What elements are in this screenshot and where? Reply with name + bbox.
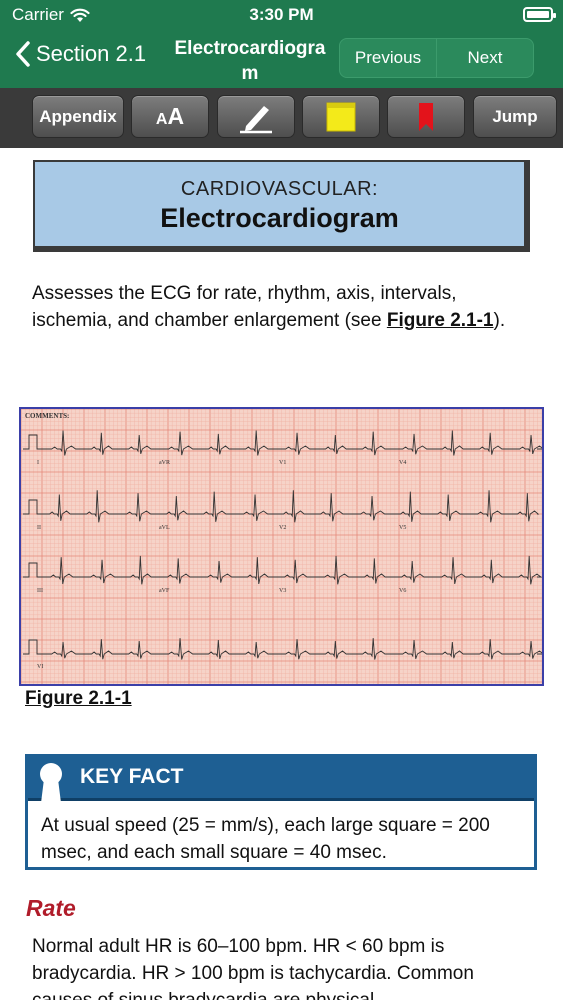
- key-fact-title: KEY FACT: [80, 765, 184, 788]
- section-heading: Electrocardiogram: [160, 203, 399, 233]
- ecg-lead-label: aVL: [159, 525, 170, 531]
- ecg-lead-label: aVR: [159, 460, 170, 466]
- next-button[interactable]: Next: [436, 39, 533, 77]
- intro-end: ).: [493, 310, 506, 331]
- ecg-lead-label: aVF: [159, 588, 170, 594]
- bookmark-button[interactable]: [387, 95, 465, 138]
- font-size-icon: AA: [155, 103, 185, 129]
- appendix-button-label: Appendix: [39, 106, 117, 126]
- ecg-rhythm-lead-label: VI: [37, 664, 43, 670]
- back-button[interactable]: Section 2.1: [14, 40, 146, 68]
- prev-next-control: Previous Next: [339, 38, 534, 78]
- ecg-lead-label: V5: [399, 525, 406, 531]
- sticky-note-icon: [326, 102, 356, 131]
- font-size-button[interactable]: AA: [131, 95, 209, 138]
- ecg-figure[interactable]: COMMENTS: IaVR V1 V4 II aVL V2 V5 III aVF V3 V6 VI: [19, 407, 544, 686]
- ecg-lead-label: V4: [399, 460, 406, 466]
- toolbar: Appendix AA Jump: [0, 88, 563, 148]
- intro-paragraph: Assesses the ECG for rate, rhythm, axis,…: [32, 280, 532, 334]
- ecg-lead-label: V2: [279, 525, 286, 531]
- ecg-trace: [23, 490, 540, 523]
- ecg-comments-label: COMMENTS:: [25, 412, 69, 420]
- keyhole-icon: [40, 763, 62, 803]
- status-bar: Carrier 3:30 PM: [0, 0, 563, 30]
- ecg-tracing: COMMENTS: IaVR V1 V4 II aVL V2 V5 III aVF V3 V6 VI: [21, 409, 542, 684]
- rate-paragraph: Normal adult HR is 60–100 bpm. HR < 60 b…: [32, 936, 474, 1000]
- back-button-label: Section 2.1: [36, 41, 147, 66]
- key-fact-header: KEY FACT: [28, 757, 534, 803]
- appendix-button[interactable]: Appendix: [32, 95, 124, 138]
- battery-icon: [523, 7, 556, 22]
- figure-link[interactable]: Figure 2.1-1: [387, 310, 494, 331]
- ecg-lead-label: V6: [399, 588, 406, 594]
- jump-button[interactable]: Jump: [473, 95, 557, 138]
- pen-icon: [240, 105, 272, 133]
- ecg-lead-label: III: [37, 588, 43, 594]
- key-fact-text: At usual speed (25 = mm/s), each large s…: [41, 815, 490, 863]
- status-time: 3:30 PM: [249, 5, 314, 24]
- navigation-bar: Section 2.1 Electrocardiogram Previous N…: [0, 30, 563, 88]
- bookmark-icon: [419, 102, 433, 131]
- previous-button[interactable]: Previous: [340, 39, 436, 77]
- section-title-box: CARDIOVASCULAR: Electrocardiogram: [33, 160, 530, 252]
- page-title: Electrocardiogram: [174, 38, 326, 84]
- jump-button-label: Jump: [492, 106, 538, 126]
- highlight-pen-button[interactable]: [217, 95, 295, 138]
- content-area[interactable]: CARDIOVASCULAR: Electrocardiogram Assess…: [0, 148, 563, 1000]
- figure-caption[interactable]: Figure 2.1-1: [25, 688, 132, 710]
- note-button[interactable]: [302, 95, 380, 138]
- ecg-lead-label: V1: [279, 460, 286, 466]
- chevron-left-icon: [16, 41, 30, 67]
- ecg-lead-label: I: [37, 460, 39, 466]
- section-category: CARDIOVASCULAR:: [180, 178, 379, 200]
- key-fact-box: KEY FACT At usual speed (25 = mm/s), eac…: [25, 754, 537, 870]
- ecg-grid: [21, 409, 542, 684]
- rate-heading: Rate: [26, 895, 76, 921]
- ecg-lead-label: V3: [279, 588, 286, 594]
- ecg-lead-label: II: [37, 525, 41, 531]
